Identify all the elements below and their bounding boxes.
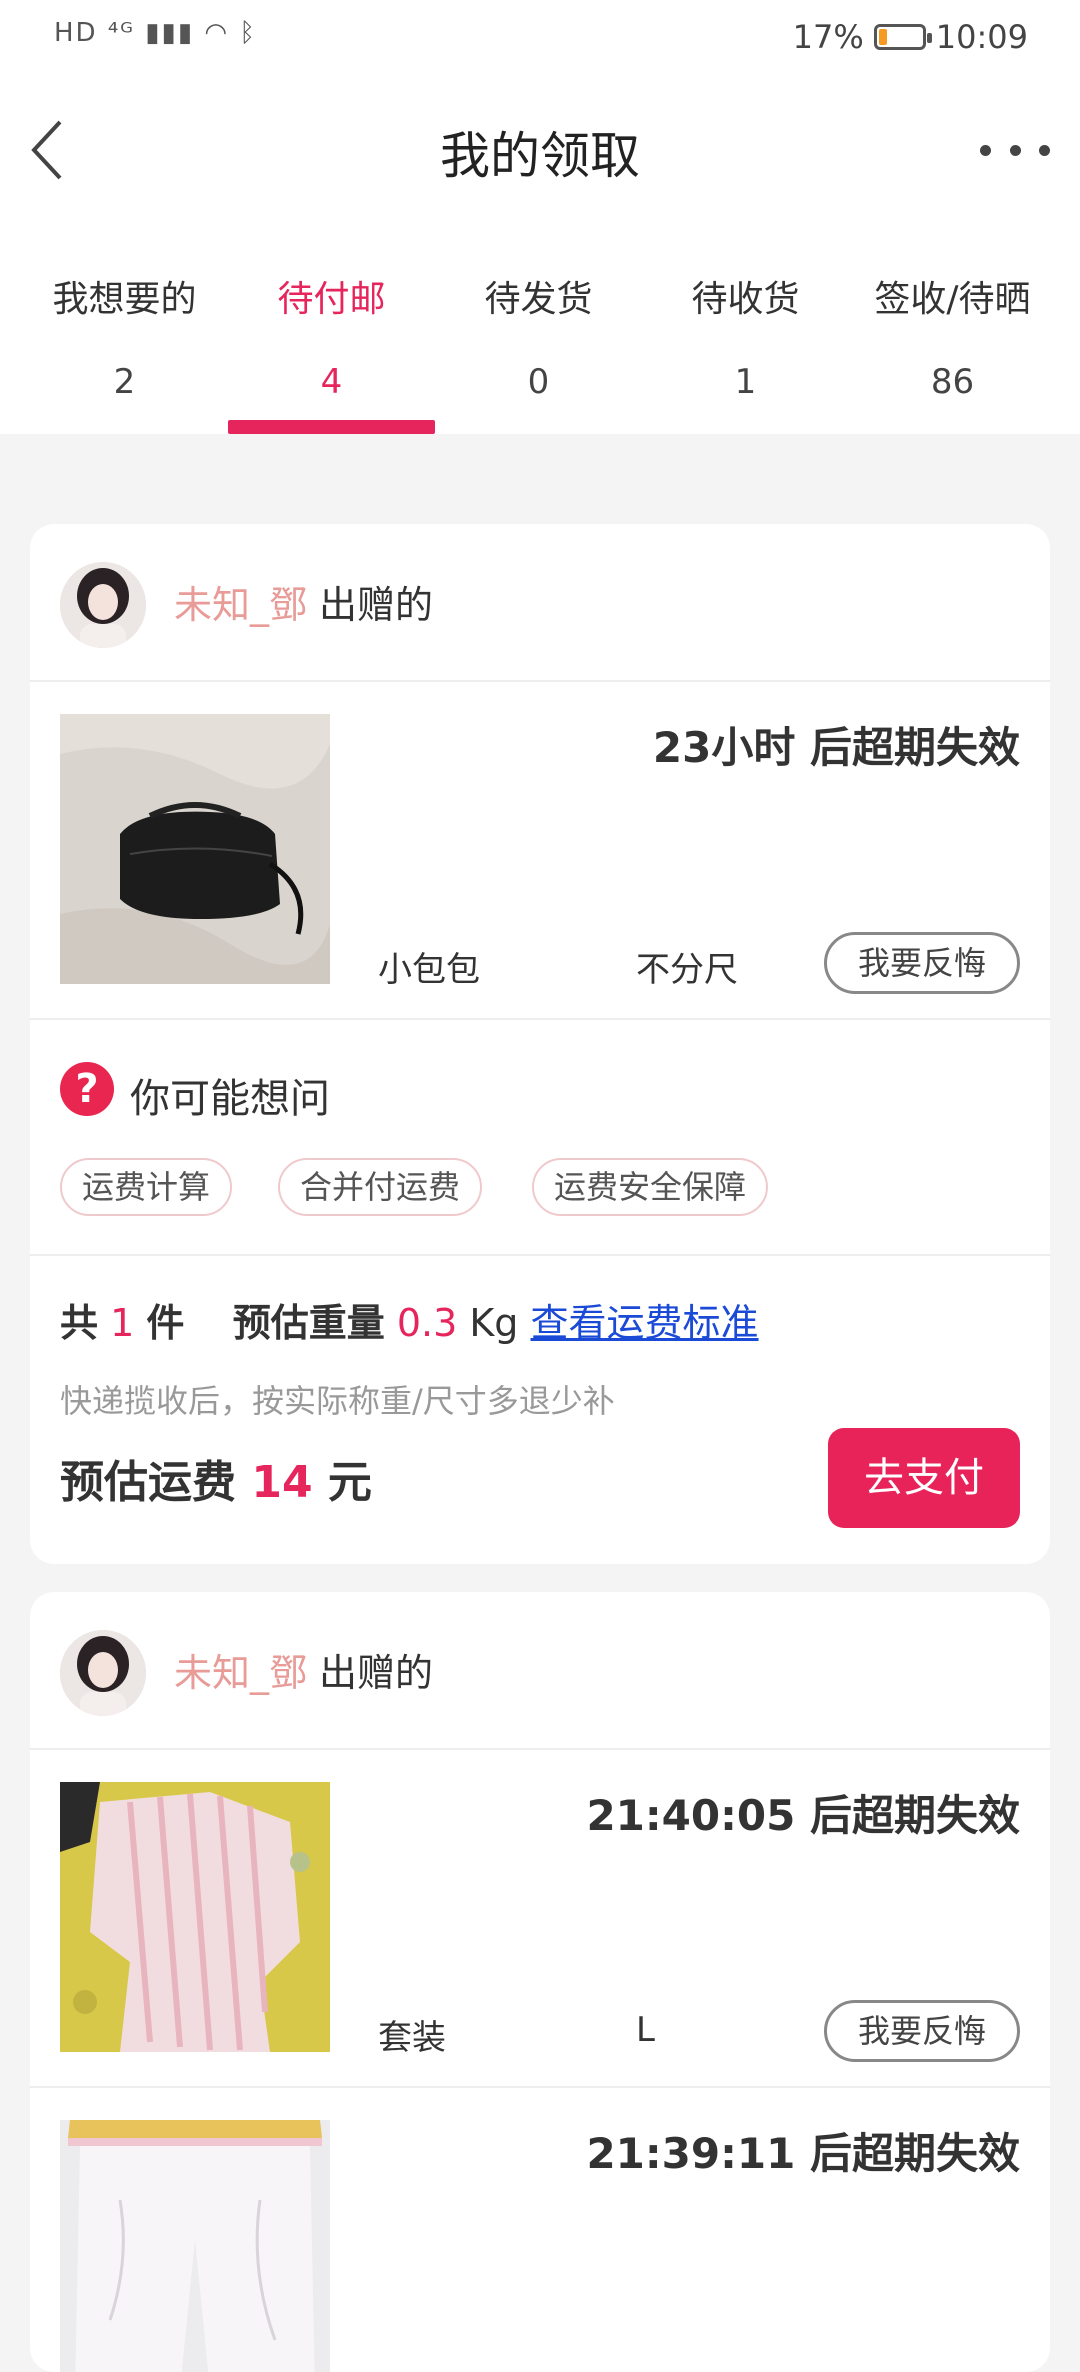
summary-line: 共 1 件 预估重量 0.3 Kg 查看运费标准 [60, 1292, 759, 1347]
donor-name[interactable]: 未知_鄧 [174, 583, 307, 627]
avatar-image [60, 562, 146, 648]
item-row[interactable]: 21:39:11 后超期失效 [30, 2088, 1050, 2372]
pay-button[interactable]: 去支付 [828, 1428, 1020, 1528]
tab-label: 签收/待晒 [874, 279, 1031, 320]
tab-pending-shipment[interactable]: 待发货 0 [435, 270, 642, 402]
total-suffix: 件 [146, 1301, 185, 1345]
battery-icon [873, 24, 932, 50]
more-dot [1009, 144, 1021, 156]
expire-countdown: 23小时 后超期失效 [652, 723, 1020, 772]
network-text: HD ⁴ᴳ [54, 18, 135, 48]
faq-section: ? 你可能想问 运费计算 合并付运费 运费安全保障 [30, 1020, 1050, 1256]
regret-button[interactable]: 我要反悔 [824, 2000, 1020, 2062]
pajama-image [60, 1782, 330, 2052]
wifi-icon: ◠ [204, 18, 230, 48]
battery-percent: 17% [792, 18, 864, 56]
avatar-image [60, 1630, 146, 1716]
regret-button[interactable]: 我要反悔 [824, 932, 1020, 994]
tab-label: 待收货 [691, 279, 800, 320]
order-card: 未知_鄧 出赠的 23小时 后超期失效 小包包 不分尺 我要反悔 ? 你可能想问 … [30, 524, 1050, 1564]
question-icon: ? [60, 1062, 114, 1116]
weight-value: 0.3 [396, 1301, 458, 1345]
donor-text: 未知_鄧 出赠的 [174, 574, 433, 629]
tab-pending-receipt[interactable]: 待收货 1 [642, 270, 849, 402]
item-row[interactable]: 21:40:05 后超期失效 套装 L 我要反悔 [30, 1750, 1050, 2088]
donor-suffix: 出赠的 [319, 583, 434, 627]
tab-pending-postage[interactable]: 待付邮 4 [228, 270, 435, 402]
donor-row[interactable]: 未知_鄧 出赠的 [30, 524, 1050, 682]
fee-unit: 元 [327, 1457, 372, 1508]
donor-suffix: 出赠的 [319, 1651, 434, 1695]
faq-title: 你可能想问 [130, 1076, 330, 1122]
faq-chip[interactable]: 运费安全保障 [532, 1158, 769, 1216]
bluetooth-icon: ᛒ [239, 18, 257, 48]
tab-received[interactable]: 签收/待晒 86 [849, 270, 1056, 402]
total-prefix: 共 [60, 1301, 99, 1345]
total-count: 1 [110, 1301, 135, 1345]
item-thumbnail[interactable] [60, 714, 330, 984]
fee-label: 预估运费 [60, 1457, 236, 1508]
signal-icon: ▮▮▮ [145, 18, 195, 48]
pants-image [60, 2120, 330, 2372]
item-thumbnail[interactable] [60, 2120, 330, 2372]
avatar[interactable] [60, 1630, 146, 1716]
donor-text: 未知_鄧 出赠的 [174, 1642, 433, 1697]
item-thumbnail[interactable] [60, 1782, 330, 2052]
item-size: L [636, 2010, 655, 2050]
tab-count: 2 [113, 362, 136, 402]
donor-row[interactable]: 未知_鄧 出赠的 [30, 1592, 1050, 1750]
page-title: 我的领取 [440, 127, 640, 185]
clock: 10:09 [935, 18, 1028, 56]
more-dot [1039, 144, 1050, 156]
weight-unit: Kg [469, 1301, 519, 1345]
item-name: 小包包 [378, 950, 480, 990]
fee-value: 14 [251, 1457, 313, 1508]
bag-image [60, 714, 330, 984]
battery-fill [878, 29, 887, 45]
avatar[interactable] [60, 562, 146, 648]
postage-note: 快递揽收后，按实际称重/尺寸多退少补 [60, 1382, 615, 1420]
tab-count: 86 [930, 362, 975, 402]
active-tab-indicator [228, 420, 435, 434]
postage-summary: 共 1 件 预估重量 0.3 Kg 查看运费标准 快递揽收后，按实际称重/尺寸多… [30, 1256, 1050, 1564]
tab-count: 1 [734, 362, 757, 402]
status-tabs: 我想要的 2 待付邮 4 待发货 0 待收货 1 签收/待晒 86 [0, 220, 1080, 434]
estimated-fee: 预估运费 14 元 [60, 1446, 372, 1510]
nav-bar: 我的领取 [0, 80, 1080, 220]
item-row[interactable]: 23小时 后超期失效 小包包 不分尺 我要反悔 [30, 682, 1050, 1020]
more-dot [980, 144, 991, 156]
weight-label: 预估重量 [232, 1301, 385, 1345]
faq-chip[interactable]: 合并付运费 [278, 1158, 483, 1216]
donor-name[interactable]: 未知_鄧 [174, 1651, 307, 1695]
network-indicators: HD ⁴ᴳ ▮▮▮ ◠ ᛒ [54, 18, 257, 48]
more-button[interactable] [980, 130, 1050, 170]
tab-label: 待发货 [484, 279, 593, 320]
expire-countdown: 21:39:11 后超期失效 [586, 2129, 1020, 2178]
postage-standard-link[interactable]: 查看运费标准 [531, 1301, 759, 1345]
faq-chip[interactable]: 运费计算 [60, 1158, 233, 1216]
tab-wanted[interactable]: 我想要的 2 [21, 270, 228, 402]
tab-count: 0 [527, 362, 550, 402]
item-name: 套装 [378, 2018, 446, 2058]
tab-label: 待付邮 [277, 279, 386, 320]
expire-countdown: 21:40:05 后超期失效 [586, 1791, 1020, 1840]
tab-label: 我想要的 [52, 279, 197, 320]
tab-count: 4 [320, 362, 343, 402]
status-bar: HD ⁴ᴳ ▮▮▮ ◠ ᛒ 17% 10:09 [0, 0, 1080, 80]
status-right: 17% 10:09 [793, 18, 1028, 56]
item-size: 不分尺 [636, 950, 738, 990]
order-card: 未知_鄧 出赠的 21:40:05 后超期失效 套装 L 我要反悔 21:39:… [30, 1592, 1050, 2372]
